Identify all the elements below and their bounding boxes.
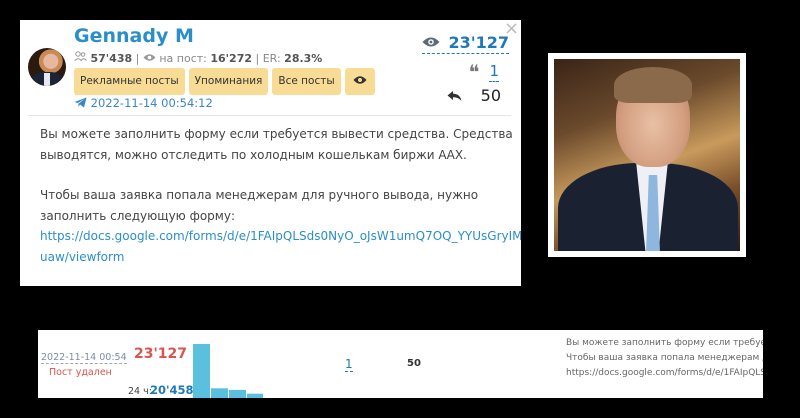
- quotes-count[interactable]: 1: [489, 62, 499, 82]
- quotes-counter: ❝ 1: [469, 60, 499, 84]
- watch-eye-button[interactable]: [344, 68, 375, 95]
- post-card: × Gennady M 57'438 | на пост: 16'272 | E…: [20, 20, 521, 286]
- row-24h-label: 24 ч:: [128, 386, 152, 397]
- views-sparkline: [193, 344, 263, 398]
- post-deleted-badge: Пост удален: [49, 367, 112, 378]
- views-count: 23'127: [448, 33, 509, 52]
- row-24h-value: 20'458: [150, 383, 194, 397]
- sparkline-bar: [229, 389, 246, 398]
- replies-counter: 50: [447, 86, 501, 105]
- er-label: ER:: [262, 52, 281, 65]
- telegram-plane-icon: [74, 96, 91, 110]
- row-replies: 50: [407, 358, 421, 369]
- post-list-row: 2022-11-14 00:54 Пост удален 23'127 24 ч…: [38, 330, 763, 398]
- views-eye-icon: [422, 33, 445, 52]
- profile-photo: [554, 59, 740, 251]
- profile-photo-frame: [548, 53, 746, 257]
- channel-stats: 57'438 | на пост: 16'272 | ER: 28.3%: [74, 51, 322, 65]
- quote-icon: ❝: [468, 60, 480, 84]
- reply-arrow-icon: [447, 87, 467, 105]
- channel-name-link[interactable]: Gennady M: [74, 25, 194, 47]
- subscribers-count: 57'438: [90, 52, 133, 65]
- post-body: Вы можете заполнить форму если требуется…: [40, 124, 521, 286]
- divider: [28, 115, 511, 116]
- post-date: 2022-11-14 00:54:12: [90, 96, 213, 110]
- post-paragraph-1: Вы можете заполнить форму если требуется…: [40, 127, 513, 162]
- channel-action-buttons: Рекламные посты Упоминания Все посты: [74, 68, 375, 95]
- ad-posts-button[interactable]: Рекламные посты: [74, 68, 185, 95]
- people-icon: [74, 51, 91, 65]
- row-date-link[interactable]: 2022-11-14 00:54: [41, 352, 127, 364]
- eye-icon: [143, 52, 160, 65]
- er-value: 28.3%: [284, 52, 323, 65]
- replies-count: 50: [480, 86, 501, 105]
- google-form-link[interactable]: https://docs.google.com/forms/d/e/1FAIpQ…: [40, 229, 521, 264]
- mentions-button[interactable]: Упоминания: [188, 68, 269, 95]
- reach-value: 16'272: [210, 52, 252, 65]
- row-views: 23'127: [134, 346, 187, 362]
- all-posts-button[interactable]: Все посты: [272, 68, 341, 95]
- reach-label: на пост:: [159, 52, 207, 65]
- row-text-preview: Вы можете заполнить форму если требуетс …: [566, 338, 763, 378]
- sparkline-bar: [193, 344, 210, 398]
- post-paragraph-2: Чтобы ваша заявка попала менеджерам для …: [40, 185, 521, 267]
- post-date-link[interactable]: 2022-11-14 00:54:12: [74, 96, 213, 110]
- row-quotes[interactable]: 1: [345, 357, 353, 372]
- sparkline-bar: [211, 388, 228, 398]
- sparkline-bar: [247, 393, 263, 398]
- channel-avatar[interactable]: [28, 48, 66, 86]
- views-total[interactable]: 23'127: [422, 33, 509, 54]
